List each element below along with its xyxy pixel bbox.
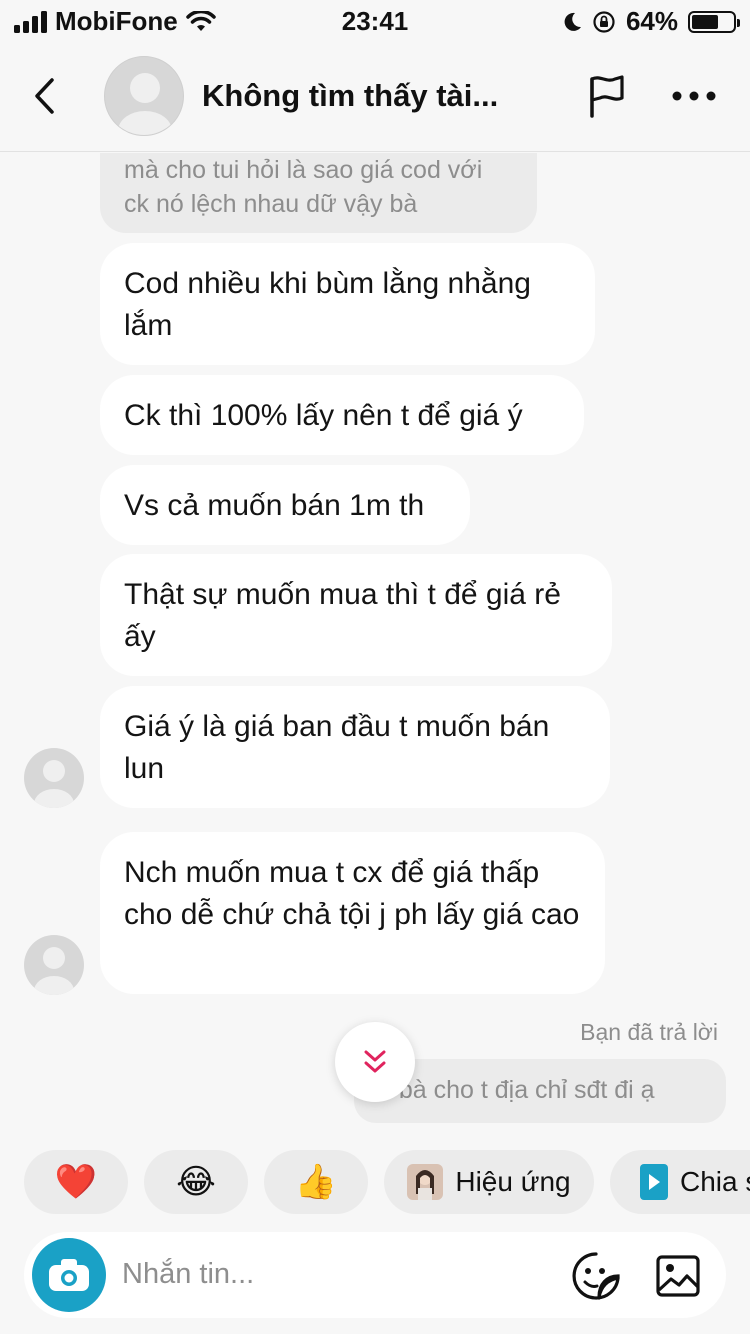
contact-name[interactable]: Không tìm thấy tài... bbox=[202, 78, 498, 114]
message-bubble[interactable]: Thật sự muốn mua thì t để giá rẻ ấy bbox=[100, 554, 612, 676]
more-horizontal-icon bbox=[672, 91, 716, 101]
sender-avatar[interactable] bbox=[24, 935, 84, 995]
message-text: Ck thì 100% lấy nên t để giá ý bbox=[124, 399, 523, 432]
quoted-message[interactable]: mà cho tui hỏi là sao giá cod với ck nó … bbox=[100, 153, 537, 233]
back-button[interactable] bbox=[24, 72, 64, 120]
reply-indicator: Bạn đã trả lời bbox=[580, 1019, 718, 1045]
more-options-button[interactable] bbox=[668, 80, 720, 112]
share-play-icon bbox=[640, 1164, 668, 1200]
battery-icon bbox=[688, 10, 740, 33]
default-avatar-icon bbox=[34, 760, 74, 808]
effects-label: Hiệu ứng bbox=[455, 1166, 571, 1197]
flag-icon bbox=[590, 75, 624, 118]
gallery-button[interactable] bbox=[652, 1250, 704, 1302]
report-button[interactable] bbox=[582, 70, 630, 122]
message-bubble[interactable]: Vs cả muốn bán 1m th bbox=[100, 465, 470, 545]
rotation-lock-icon bbox=[593, 10, 615, 33]
contact-avatar[interactable] bbox=[104, 56, 184, 136]
quick-reaction-laugh[interactable]: 😂 bbox=[144, 1150, 248, 1214]
effects-button[interactable]: Hiệu ứng bbox=[384, 1150, 594, 1214]
effect-thumbnail-icon bbox=[407, 1164, 444, 1200]
camera-icon bbox=[49, 1259, 89, 1291]
share-label: Chia s bbox=[680, 1166, 750, 1197]
double-chevron-down-icon bbox=[364, 1050, 386, 1073]
message-text: Vs cả muốn bán 1m th bbox=[124, 489, 425, 522]
chat-header: Không tìm thấy tài... bbox=[0, 40, 750, 152]
battery-fill bbox=[692, 14, 718, 29]
message-bubble[interactable]: Giá ý là giá ban đầu t muốn bán lun bbox=[100, 686, 610, 808]
moon-icon bbox=[564, 12, 581, 31]
heart-emoji-icon: ❤️ bbox=[54, 1163, 98, 1201]
status-bar: MobiFone 23:41 64% bbox=[0, 0, 750, 40]
message-list[interactable]: mà cho tui hỏi là sao giá cod với ck nó … bbox=[0, 153, 750, 1133]
message-text: Giá ý là giá ban đầu t muốn bán lun bbox=[124, 710, 550, 785]
camera-button[interactable] bbox=[32, 1238, 106, 1312]
scroll-to-bottom-button[interactable] bbox=[335, 1022, 415, 1102]
message-bubble[interactable]: Ck thì 100% lấy nên t để giá ý bbox=[100, 375, 584, 455]
sticker-button[interactable] bbox=[570, 1250, 622, 1302]
status-right: 64% bbox=[562, 6, 740, 37]
message-text: Cod nhiều khi bùm lằng nhằng lắm bbox=[124, 267, 531, 342]
share-button[interactable]: Chia s bbox=[610, 1150, 750, 1214]
quick-reaction-thumbs-up[interactable]: 👍 bbox=[264, 1150, 368, 1214]
quick-reaction-heart[interactable]: ❤️ bbox=[24, 1150, 128, 1214]
thumbs-up-emoji-icon: 👍 bbox=[294, 1163, 338, 1201]
message-text: Nch muốn mua t cx để giá thấp cho dễ chứ… bbox=[124, 856, 580, 931]
message-text: mà cho tui hỏi là sao giá cod với ck nó … bbox=[124, 156, 483, 218]
sticker-icon bbox=[572, 1252, 620, 1300]
chevron-left-icon bbox=[35, 78, 54, 114]
message-bubble[interactable]: Nch muốn mua t cx để giá thấp cho dễ chứ… bbox=[100, 832, 605, 994]
quick-reply-bar: ❤️ 😂 👍 Hiệu ứng Chia s bbox=[0, 1150, 750, 1216]
message-bubble[interactable]: Cod nhiều khi bùm lằng nhằng lắm bbox=[100, 243, 595, 365]
laughing-emoji-icon: 😂 bbox=[176, 1163, 216, 1201]
default-avatar-icon bbox=[118, 73, 172, 135]
sender-avatar[interactable] bbox=[24, 748, 84, 808]
battery-percent: 64% bbox=[625, 6, 678, 36]
reply-quote-text: ế bà cho t địa chỉ sđt đi ạ bbox=[378, 1076, 655, 1104]
message-input[interactable] bbox=[122, 1252, 542, 1296]
message-text: Thật sự muốn mua thì t để giá rẻ ấy bbox=[124, 578, 561, 653]
default-avatar-icon bbox=[34, 947, 74, 995]
image-icon bbox=[656, 1255, 700, 1297]
message-composer bbox=[24, 1232, 726, 1318]
